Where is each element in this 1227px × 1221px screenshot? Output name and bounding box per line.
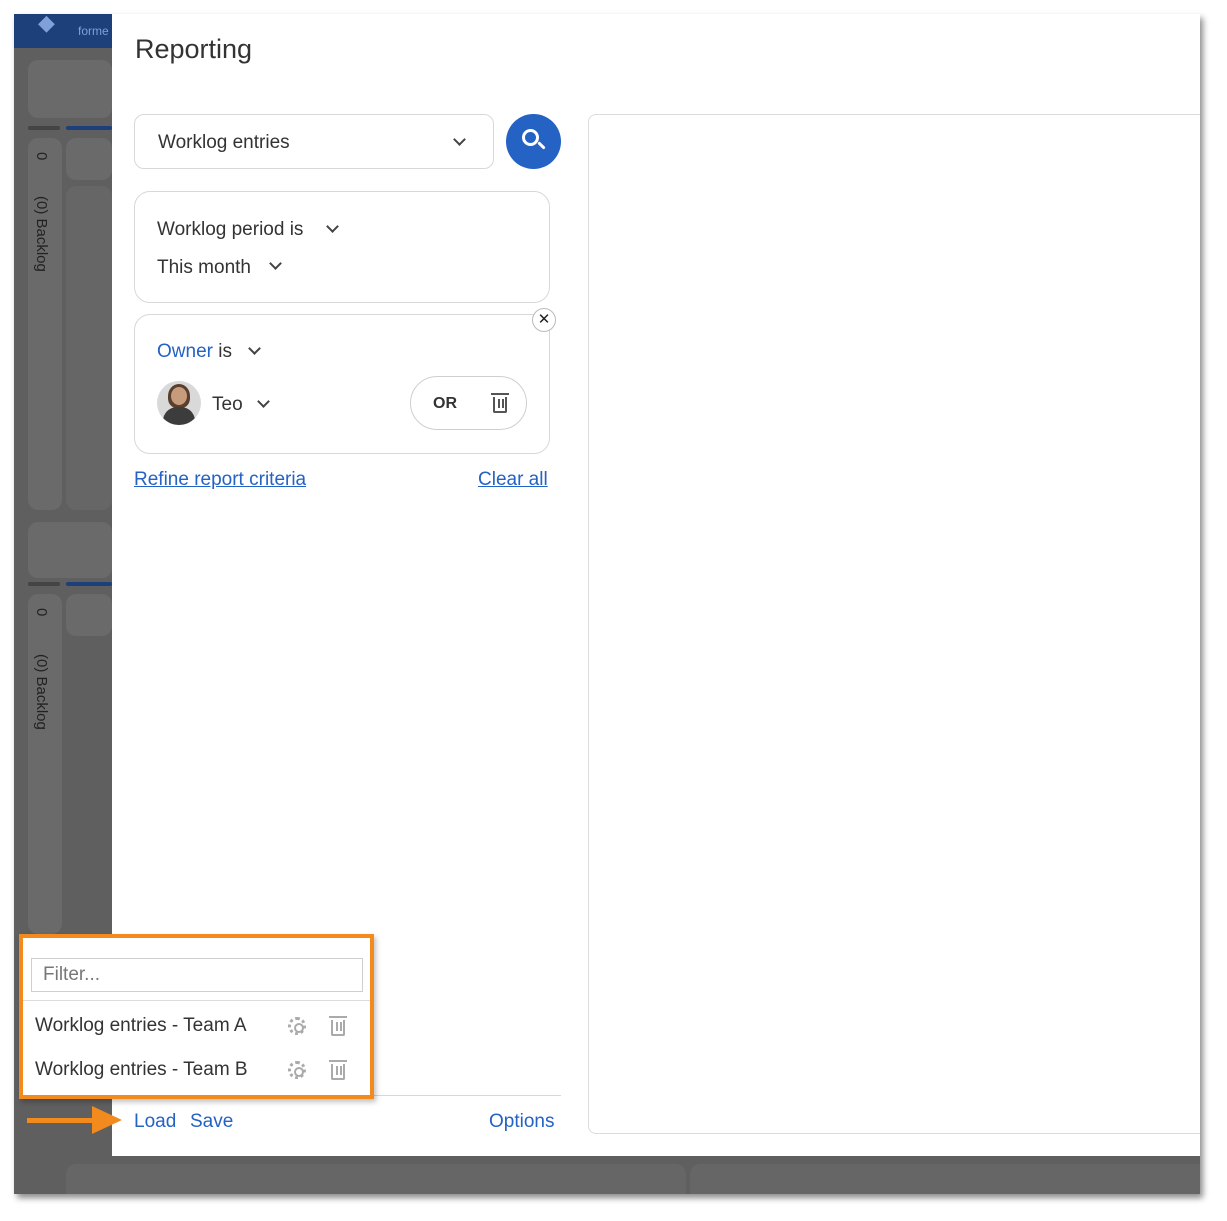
bg-card xyxy=(690,1164,1200,1194)
or-button[interactable]: OR xyxy=(433,395,457,413)
bg-card xyxy=(28,522,112,578)
bg-divider xyxy=(66,582,112,586)
remove-criteria-button[interactable]: ✕ xyxy=(532,308,556,332)
app-window: ◆ forme 0 (0) Backlog 0 (0) Backlog Repo… xyxy=(14,14,1200,1194)
bg-card xyxy=(28,60,112,118)
logo-icon: ◆ xyxy=(38,14,55,35)
search-icon xyxy=(522,129,539,146)
bg-divider xyxy=(66,126,112,130)
gear-icon[interactable] xyxy=(288,1061,306,1079)
column-label: (0) Backlog xyxy=(33,196,50,272)
clear-all-link[interactable]: Clear all xyxy=(478,469,548,491)
load-button[interactable]: Load xyxy=(134,1111,176,1133)
refine-report-criteria-link[interactable]: Refine report criteria xyxy=(134,469,306,491)
bg-card xyxy=(66,594,112,636)
bg-divider xyxy=(28,582,60,586)
bg-card xyxy=(66,138,112,180)
bg-divider xyxy=(28,126,60,130)
avatar xyxy=(157,381,201,425)
criteria-field-dropdown[interactable]: Owner is xyxy=(157,341,232,363)
column-label: (0) Backlog xyxy=(33,654,50,730)
popup-divider xyxy=(23,1000,370,1001)
save-button[interactable]: Save xyxy=(190,1111,233,1133)
bg-card xyxy=(66,186,112,510)
saved-report-item[interactable]: Worklog entries - Team A xyxy=(35,1015,247,1037)
column-count: 0 xyxy=(33,152,50,161)
app-topbar: ◆ forme xyxy=(14,14,114,48)
report-type-select[interactable]: Worklog entries xyxy=(134,114,494,169)
owner-operator: is xyxy=(218,341,232,362)
chevron-down-icon[interactable] xyxy=(248,342,261,355)
trash-icon[interactable] xyxy=(491,393,509,413)
or-toggle-group: OR xyxy=(410,376,527,430)
annotation-arrow-head xyxy=(92,1106,122,1134)
chevron-down-icon xyxy=(453,133,466,146)
report-type-value: Worklog entries xyxy=(158,132,290,153)
column-count: 0 xyxy=(33,608,50,617)
annotation-arrow xyxy=(27,1118,95,1123)
owner-field-link[interactable]: Owner xyxy=(157,341,213,362)
saved-report-item[interactable]: Worklog entries - Team B xyxy=(35,1059,248,1081)
chevron-down-icon[interactable] xyxy=(269,257,282,270)
load-report-popup: Worklog entries - Team A Worklog entries… xyxy=(19,934,374,1099)
chevron-down-icon[interactable] xyxy=(257,395,270,408)
options-button[interactable]: Options xyxy=(489,1111,554,1133)
search-button[interactable] xyxy=(506,114,561,169)
logo-text: forme xyxy=(78,24,109,38)
chevron-down-icon[interactable] xyxy=(326,220,339,233)
bg-column xyxy=(28,594,62,934)
trash-icon[interactable] xyxy=(329,1016,347,1036)
report-results-area xyxy=(588,114,1200,1134)
trash-icon[interactable] xyxy=(329,1060,347,1080)
bg-column xyxy=(28,138,62,510)
criteria-value-dropdown[interactable]: This month xyxy=(157,257,251,279)
criteria-card-worklog-period: Worklog period is This month xyxy=(134,191,550,303)
filter-input[interactable] xyxy=(31,958,363,992)
page-title: Reporting xyxy=(135,34,253,64)
criteria-field-dropdown[interactable]: Worklog period is xyxy=(157,219,303,241)
bg-card xyxy=(66,1164,686,1194)
gear-icon[interactable] xyxy=(288,1017,306,1035)
owner-value-dropdown[interactable]: Teo xyxy=(212,394,243,416)
